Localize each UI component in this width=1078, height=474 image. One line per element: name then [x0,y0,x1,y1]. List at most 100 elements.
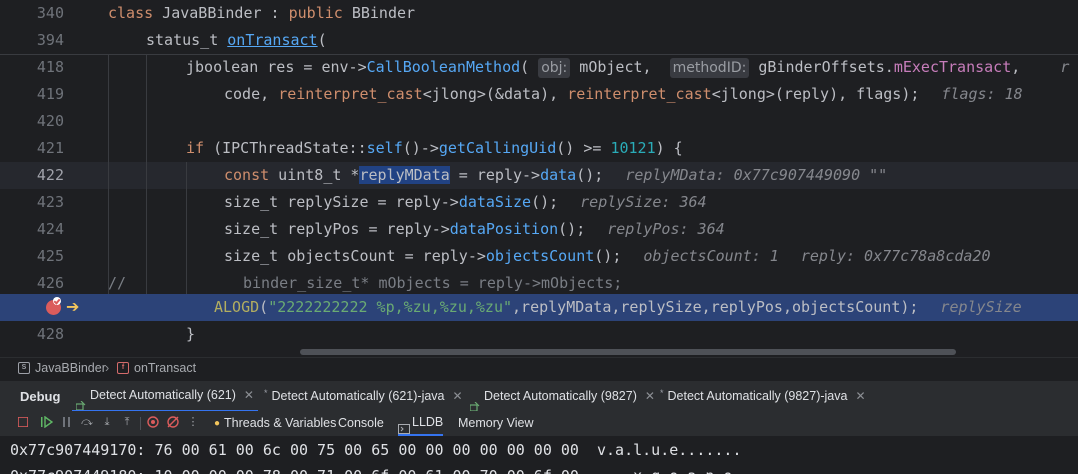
code-text: } [186,325,196,343]
debug-toolbar: ⤼ ⤓ ⤒ ⋮ ● Threads & Variables Console LL… [0,411,1078,437]
line-number: 340 [36,4,64,22]
indent-guide [186,162,187,294]
code-editor[interactable]: 340 class JavaBBinder : public BBinder 3… [0,0,1078,357]
debug-tab[interactable]: * Detect Automatically (9827)-java ✕ [656,381,870,412]
line-number: 426 [36,274,64,292]
tab-threads-variables[interactable]: ● Threads & Variables [214,411,336,436]
code-text: size_t objectsCount = reply->objectsCoun… [224,247,991,265]
close-icon[interactable]: ✕ [855,381,865,412]
breadcrumb-item-function[interactable]: f onTransact [117,361,196,375]
code-text: binder_size_t* mObjects = reply->mObject… [243,274,623,292]
debug-value-hint: flags: 18 [941,85,1023,103]
session-marker-icon: * [660,388,664,398]
code-text: size_t replySize = reply->dataSize(); rep… [224,193,707,211]
debug-tab-label: Detect Automatically (9827) [484,389,637,403]
breadcrumb-label: onTransact [134,361,197,375]
code-line[interactable]: 424 size_t replyPos = reply->dataPositio… [0,216,1078,243]
line-number: 421 [36,139,64,157]
tab-label: Console [338,416,384,430]
breakpoint-check-icon [53,297,61,305]
debug-value-hint: replySize [940,298,1022,316]
memory-dump-line: 0x77c907449170: 76 00 61 00 6c 00 75 00 … [10,441,742,459]
pause-icon[interactable] [60,415,74,429]
code-line[interactable]: 426 // binder_size_t* mObjects = reply->… [0,270,1078,297]
code-text: ALOGD("2222222222 %p,%zu,%zu,%zu",replyM… [214,298,1022,316]
code-line[interactable]: 425 size_t objectsCount = reply->objects… [0,243,1078,270]
function-icon: f [117,362,129,374]
debug-value-hint: replySize: 364 [580,193,707,211]
selected-text[interactable]: replyMData [359,166,450,184]
breadcrumb: S JavaBBinder › f onTransact [0,357,1078,380]
debug-tab-label: Detect Automatically (621)-java [271,389,445,403]
code-line-current[interactable]: 422 const uint8_t *replyMData = reply->d… [0,162,1078,189]
toolbar-separator [140,417,141,430]
resume-icon[interactable] [40,415,54,429]
tab-console[interactable]: Console [338,411,384,436]
code-text: if (IPCThreadState::self()->getCallingUi… [186,139,683,157]
breadcrumb-item-class[interactable]: S JavaBBinder [18,361,106,375]
debug-session-icon [75,391,86,411]
mute-breakpoints-icon[interactable] [166,415,180,429]
line-number: 425 [36,247,64,265]
debug-value-hint: replyPos: 364 [607,220,725,238]
string-literal: "2222222222 %p,%zu,%zu,%zu" [268,298,513,316]
tab-label: LLDB [412,415,444,429]
view-breakpoints-icon[interactable] [146,415,160,429]
sticky-line-class[interactable]: 340 class JavaBBinder : public BBinder [0,0,1078,27]
debug-session-tabs: Debug Detect Automatically (621) ✕ * Det… [0,380,1078,412]
tab-label: Threads & Variables [224,416,337,430]
debug-value-hint: objectsCount: 1 [643,247,779,265]
code-line[interactable]: 420 [0,108,1078,135]
debug-tab-label: Detect Automatically (9827)-java [667,389,848,403]
memory-dump-line: 0x77c907449180: 10 00 00 00 78 00 71 00 … [10,463,742,474]
debug-session-icon [469,392,480,412]
macro-args: ,replyMData,replySize,replyPos,objectsCo… [512,298,919,316]
step-over-icon[interactable]: ⤼ [80,415,94,429]
code-text: const uint8_t *replyMData = reply->data(… [224,166,888,184]
code-line[interactable]: 419 code, reinterpret_cast<jlong>(&data)… [0,81,1078,108]
debug-panel-title: Debug [20,389,61,404]
tab-lldb[interactable]: LLDB [398,411,444,436]
inlay-hint: methodID: [669,58,750,78]
debug-value-hint: replyMData: 0x77c907449090 "" [625,166,888,184]
session-marker-icon: * [264,388,268,398]
step-out-icon[interactable]: ⤒ [120,415,134,429]
code-line[interactable]: 418 jboolean res = env->CallBooleanMetho… [0,54,1078,81]
comment-prefix: // [108,274,127,292]
sticky-line-method[interactable]: 394 status_t onTransact( [0,27,1078,54]
execution-line[interactable]: ➔ ALOGD("2222222222 %p,%zu,%zu,%zu",repl… [0,294,1078,321]
execution-pointer-icon: ➔ [66,297,80,316]
code-text: status_t onTransact( [146,31,327,49]
debug-tab[interactable]: Detect Automatically (9827) ✕ [466,381,659,412]
inlay-hint: obj: [538,58,571,78]
line-number: 418 [36,58,64,76]
more-icon[interactable]: ⋮ [186,415,200,429]
line-number: 422 [36,166,64,184]
close-icon[interactable]: ✕ [453,381,463,412]
code-line[interactable]: 423 size_t replySize = reply->dataSize()… [0,189,1078,216]
close-icon[interactable]: ✕ [645,381,655,412]
code-line[interactable]: 421 if (IPCThreadState::self()->getCalli… [0,135,1078,162]
terminal-icon [398,418,410,434]
code-text: size_t replyPos = reply->dataPosition();… [224,220,725,238]
debug-tab[interactable]: * Detect Automatically (621)-java ✕ [260,381,467,412]
debug-value-hint: reply: 0x77c78a8cda20 [800,247,991,265]
indent-guide [146,54,147,294]
stop-icon[interactable] [16,415,30,429]
debug-tab[interactable]: Detect Automatically (621) ✕ [72,381,258,412]
debug-tab-label: Detect Automatically (621) [90,388,236,402]
breadcrumb-separator: › [105,361,110,375]
line-number: 428 [36,325,64,343]
threads-icon: ● [214,418,221,429]
tab-memory-view[interactable]: Memory View [458,411,533,436]
horizontal-scrollbar[interactable] [300,349,956,355]
step-into-icon[interactable]: ⤓ [100,415,114,429]
line-number: 419 [36,85,64,103]
code-line[interactable]: 428 } [0,321,1078,348]
lldb-console[interactable]: 0x77c907449170: 76 00 61 00 6c 00 75 00 … [0,437,1078,474]
close-icon[interactable]: ✕ [244,380,254,411]
code-text: code, reinterpret_cast<jlong>(&data), re… [224,85,1023,103]
line-number: 394 [36,31,64,49]
line-number: 420 [36,112,64,130]
line-number: 424 [36,220,64,238]
